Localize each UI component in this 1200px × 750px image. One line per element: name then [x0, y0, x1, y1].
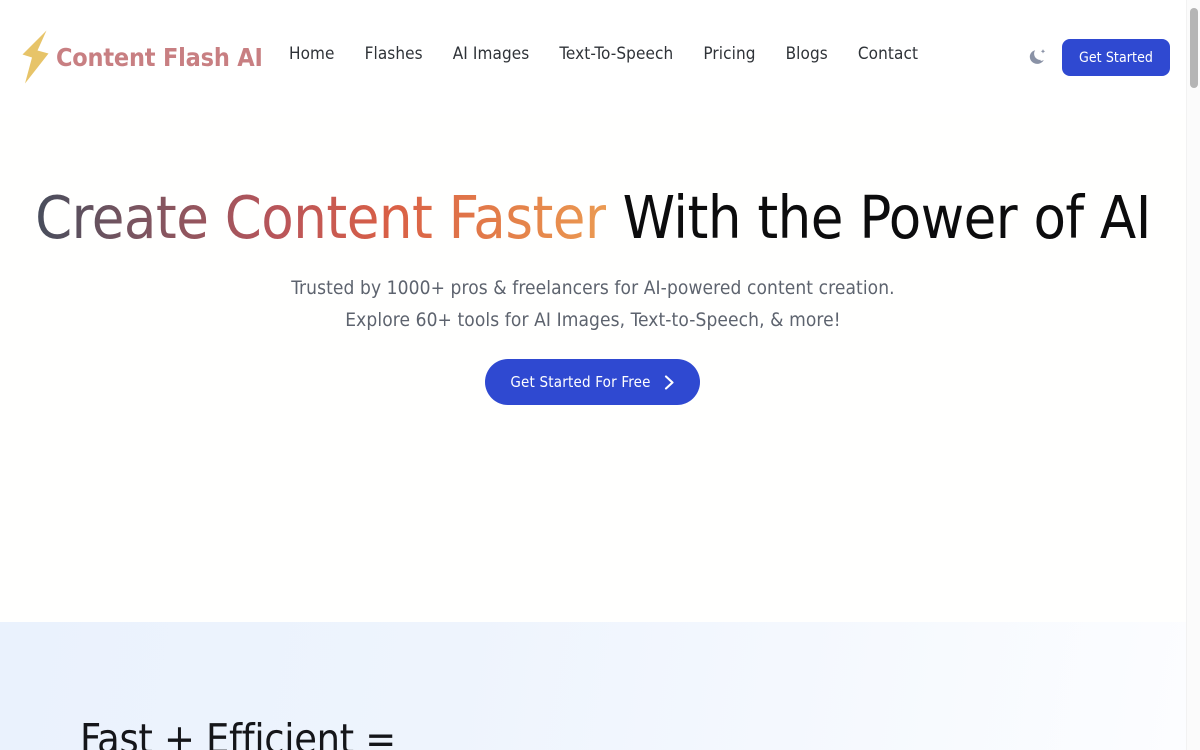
hero-get-started-free-button[interactable]: Get Started For Free — [485, 359, 700, 405]
hero-subtitle-line-2: Explore 60+ tools for AI Images, Text-to… — [345, 309, 841, 331]
site-header: Content Flash AI Home Flashes AI Images … — [0, 0, 1186, 114]
page-content: Content Flash AI Home Flashes AI Images … — [0, 0, 1186, 750]
nav-item-text-to-speech[interactable]: Text-To-Speech — [544, 44, 688, 64]
hero-subtitle-line-1: Trusted by 1000+ pros & freelancers for … — [291, 277, 895, 299]
header-get-started-button[interactable]: Get Started — [1062, 39, 1170, 76]
brand-name: Content Flash AI — [56, 42, 263, 72]
nav-item-home[interactable]: Home — [289, 44, 350, 64]
nav-item-contact[interactable]: Contact — [843, 44, 933, 64]
features-section-title: Fast + Efficient = — [80, 715, 396, 750]
nav-item-ai-images[interactable]: AI Images — [438, 44, 545, 64]
hero-cta-label: Get Started For Free — [510, 373, 651, 391]
features-section: Fast + Efficient = — [0, 622, 1186, 750]
brand-logo-link[interactable]: Content Flash AI — [18, 30, 263, 84]
hero-headline: Create Content Faster With the Power of … — [0, 186, 1186, 250]
hero-subtitle: Trusted by 1000+ pros & freelancers for … — [0, 272, 1186, 336]
browser-viewport: Content Flash AI Home Flashes AI Images … — [0, 0, 1200, 750]
hero-headline-gradient: Create Content Faster — [35, 183, 607, 252]
moon-icon — [1029, 49, 1046, 64]
lightning-bolt-icon — [22, 30, 49, 84]
nav-item-flashes[interactable]: Flashes — [350, 44, 438, 64]
nav-item-blogs[interactable]: Blogs — [771, 44, 843, 64]
header-inner: Content Flash AI Home Flashes AI Images … — [0, 0, 1186, 114]
nav-item-pricing[interactable]: Pricing — [688, 44, 770, 64]
hero-headline-plain: With the Power of AI — [606, 183, 1152, 252]
main-nav: Home Flashes AI Images Text-To-Speech Pr… — [289, 44, 933, 64]
page-scrollbar-thumb[interactable] — [1190, 8, 1198, 88]
hero-section: Create Content Faster With the Power of … — [0, 114, 1186, 622]
dark-mode-toggle[interactable] — [1024, 44, 1050, 70]
page-scrollbar-track[interactable] — [1186, 0, 1200, 750]
chevron-right-icon — [664, 374, 675, 390]
